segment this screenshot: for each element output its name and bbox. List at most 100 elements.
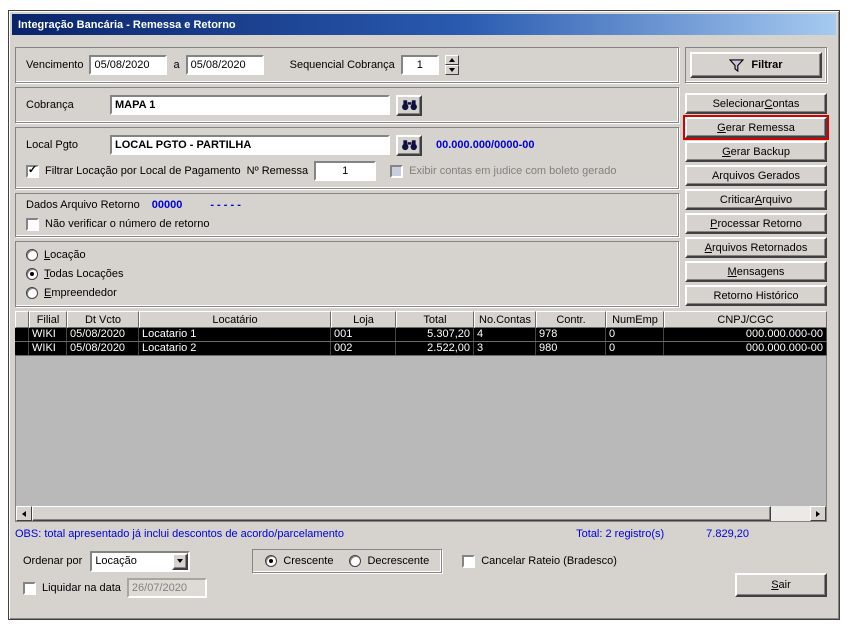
num-remessa-input[interactable] — [314, 161, 377, 182]
cell-filial: WIKI — [29, 328, 67, 341]
sequencial-cobranca-input[interactable] — [400, 55, 439, 75]
radio-crescente[interactable]: Crescente — [265, 555, 333, 567]
table-header-row: Filial Dt Vcto Locatário Loja Total No.C… — [15, 311, 827, 328]
vencimento-to-input[interactable] — [185, 55, 264, 75]
vencimento-group: Vencimento a Sequencial Cobrança — [15, 47, 679, 83]
checkbox-unchecked-icon: ✓ — [462, 554, 476, 568]
binoculars-icon — [401, 100, 417, 111]
column-header-nocontas[interactable]: No.Contas — [474, 311, 536, 328]
cobranca-label: Cobrança — [26, 99, 74, 111]
filtrar-frame: Filtrar — [685, 47, 827, 83]
radio-decrescente[interactable]: Decrescente — [349, 555, 429, 567]
scrollbar-thumb[interactable] — [32, 506, 772, 521]
cell-dtvcto: 05/08/2020 — [67, 328, 139, 341]
cell-contr: 978 — [536, 328, 606, 341]
column-header-contr[interactable]: Contr. — [536, 311, 606, 328]
ordenar-combobox[interactable]: Locação — [90, 550, 191, 572]
cell-filial: WIKI — [29, 342, 67, 355]
nao-verificar-checkbox[interactable]: ✓ Não verificar o número de retorno — [26, 217, 210, 231]
ordenar-selected-value: Locação — [95, 555, 137, 567]
up-arrow-icon — [448, 58, 455, 62]
cobranca-search-button[interactable] — [396, 94, 422, 116]
spinner-down-button[interactable] — [444, 65, 459, 75]
table-row[interactable]: WIKI 05/08/2020 Locatario 1 001 5.307,20… — [15, 328, 827, 342]
cobranca-input[interactable] — [110, 95, 390, 115]
scrollbar-track[interactable] — [32, 506, 810, 521]
column-header-filial[interactable]: Filial — [29, 311, 67, 328]
nao-verificar-label: Não verificar o número de retorno — [45, 218, 210, 231]
local-pgto-input[interactable] — [110, 135, 390, 156]
filtrar-locacao-label: Filtrar Locação por Local de Pagamento — [45, 165, 241, 178]
scope-group: Locação Todas Locações Empreendedor — [15, 241, 679, 307]
horizontal-scrollbar — [15, 506, 827, 522]
total-registros: Total: 2 registro(s) — [576, 528, 665, 540]
combo-dropdown-button[interactable] — [172, 552, 189, 570]
liquidar-row: ✓ Liquidar na data — [15, 578, 207, 598]
cancelar-rateio-checkbox[interactable]: ✓ Cancelar Rateio (Bradesco) — [462, 554, 617, 568]
local-pgto-cnpj: 00.000.000/0000-00 — [436, 139, 535, 152]
table-empty-area — [15, 356, 827, 506]
gerar-remessa-button[interactable]: Gerar Remessa — [683, 115, 829, 140]
mensagens-button[interactable]: Mensagens — [685, 261, 827, 282]
radio-on-icon — [265, 555, 278, 567]
local-pgto-group: Local Pgto 00.000.000/0000-00 ✓ Filtrar … — [15, 127, 679, 189]
cancelar-rateio-label: Cancelar Rateio (Bradesco) — [481, 555, 617, 567]
sair-button[interactable]: Sair — [735, 573, 827, 597]
title-bar[interactable]: Integração Bancária - Remessa e Retorno — [12, 14, 836, 35]
liquidar-label: Liquidar na data — [42, 582, 121, 594]
obs-text: OBS: total apresentado já inclui descont… — [15, 528, 344, 540]
column-header-numemp[interactable]: NumEmp — [606, 311, 664, 328]
scroll-right-button[interactable] — [810, 506, 826, 521]
checkbox-unchecked-icon: ✓ — [23, 581, 36, 595]
column-header-loja[interactable]: Loja — [331, 311, 396, 328]
gerar-backup-button[interactable]: Gerar Backup — [685, 141, 827, 162]
local-pgto-search-button[interactable] — [396, 134, 422, 156]
liquidar-checkbox[interactable]: ✓ Liquidar na data — [23, 581, 121, 595]
radio-todas-locacoes[interactable]: Todas Locações — [26, 267, 668, 280]
radio-locacao[interactable]: Locação — [26, 249, 668, 262]
selecionar-contas-button[interactable]: Selecionar Contas — [685, 93, 827, 114]
column-header-locatario[interactable]: Locatário — [139, 311, 331, 328]
processar-retorno-button[interactable]: Processar Retorno — [685, 213, 827, 234]
filter-funnel-icon — [729, 58, 745, 72]
binoculars-icon — [401, 140, 417, 151]
arquivos-gerados-button[interactable]: Arquivos Gerados — [685, 165, 827, 186]
sequencial-cobranca-label: Sequencial Cobrança — [289, 59, 395, 71]
window-title: Integração Bancária - Remessa e Retorno — [18, 18, 236, 31]
chevron-down-icon — [177, 559, 184, 563]
arquivos-retornados-button[interactable]: Arquivos Retornados — [685, 237, 827, 258]
dados-retorno-group: Dados Arquivo Retorno 00000 - - - - - ✓ … — [15, 193, 679, 237]
checkbox-unchecked-icon: ✓ — [26, 217, 39, 231]
action-buttons-column: Selecionar Contas Gerar Remessa Gerar Ba… — [683, 93, 829, 306]
checkbox-checked-icon: ✓ — [26, 163, 39, 178]
sort-direction-group: Crescente Decrescente — [252, 549, 443, 573]
radio-off-icon — [26, 249, 38, 262]
dados-retorno-numero: 00000 — [151, 199, 183, 212]
cell-contr: 980 — [536, 342, 606, 355]
scroll-left-button[interactable] — [16, 506, 32, 521]
column-header-total[interactable]: Total — [396, 311, 474, 328]
vencimento-label: Vencimento — [26, 59, 84, 71]
filtrar-locacao-checkbox[interactable]: ✓ Filtrar Locação por Local de Pagamento — [26, 163, 241, 178]
checkbox-disabled-icon: ✓ — [390, 164, 404, 178]
dados-retorno-detalhe: - - - - - — [210, 199, 241, 212]
cell-nocontas: 4 — [474, 328, 536, 341]
spinner-up-button[interactable] — [444, 55, 459, 65]
radio-empreendedor-label: Empreendedor — [44, 286, 117, 299]
radio-todas-locacoes-label: Todas Locações — [44, 267, 124, 280]
summary-row: OBS: total apresentado já inclui descont… — [15, 528, 827, 540]
retorno-historico-button[interactable]: Retorno Histórico — [685, 285, 827, 306]
vencimento-from-input[interactable] — [89, 55, 168, 75]
left-arrow-icon — [22, 510, 26, 517]
table-row[interactable]: WIKI 05/08/2020 Locatario 2 002 2.522,00… — [15, 342, 827, 356]
cell-numemp: 0 — [606, 328, 664, 341]
radio-locacao-label: Locação — [44, 249, 86, 262]
column-header-cnpj[interactable]: CNPJ/CGC — [664, 311, 827, 328]
filtrar-button-label: Filtrar — [751, 59, 783, 71]
radio-empreendedor[interactable]: Empreendedor — [26, 286, 668, 299]
total-value: 7.829,20 — [706, 528, 749, 540]
cell-locatario: Locatario 2 — [139, 342, 331, 355]
column-header-dtvcto[interactable]: Dt Vcto — [67, 311, 139, 328]
filtrar-button[interactable]: Filtrar — [690, 52, 822, 78]
criticar-arquivo-button[interactable]: Criticar Arquivo — [685, 189, 827, 210]
